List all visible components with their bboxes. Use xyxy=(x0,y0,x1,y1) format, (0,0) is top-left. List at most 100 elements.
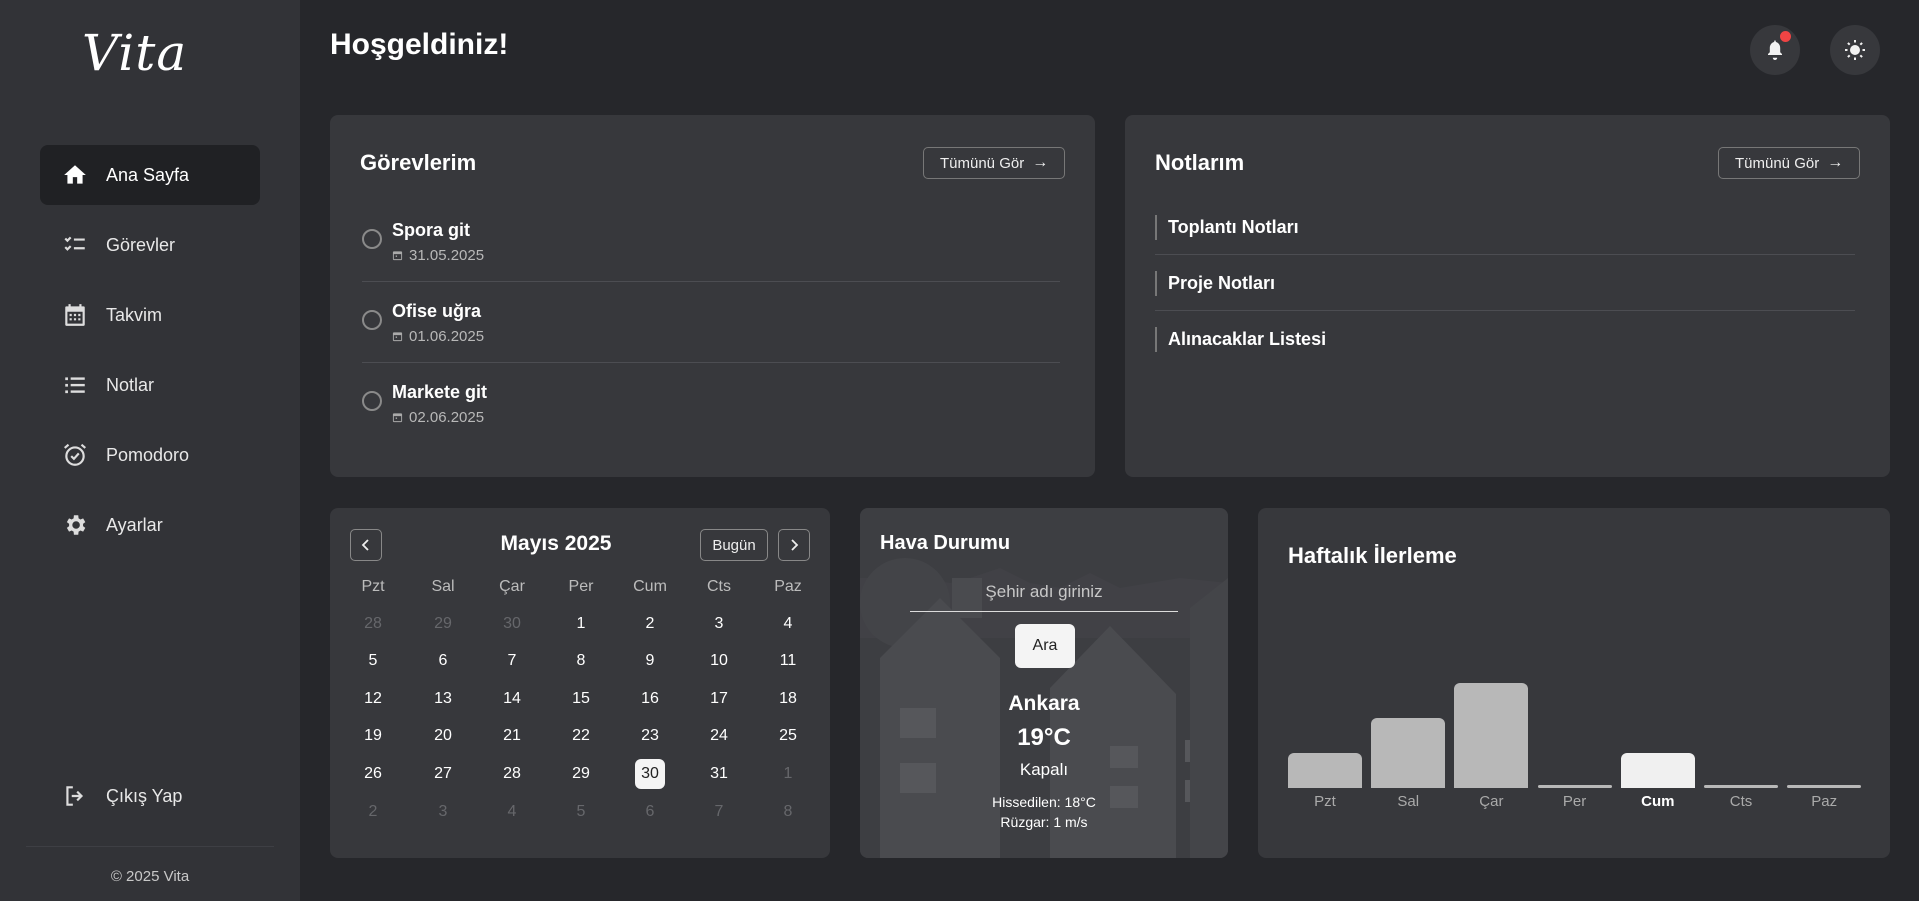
calendar-day[interactable]: 10 xyxy=(704,646,734,676)
calendar-day[interactable]: 2 xyxy=(358,797,388,827)
weather-wind: Rüzgar: 1 m/s xyxy=(1000,814,1088,830)
calendar-day[interactable]: 6 xyxy=(635,797,665,827)
calendar-day[interactable]: 27 xyxy=(428,759,458,789)
sidebar-item-pomodoro[interactable]: Pomodoro xyxy=(40,425,260,485)
calendar-day[interactable]: 14 xyxy=(497,684,527,714)
calendar-day[interactable]: 22 xyxy=(566,721,596,751)
calendar-day[interactable]: 29 xyxy=(566,759,596,789)
weekly-progress-title: Haftalık İlerleme xyxy=(1288,543,1457,568)
sidebar-item-label: Ayarlar xyxy=(106,514,163,535)
sidebar-item-ana-sayfa[interactable]: Ana Sayfa xyxy=(40,145,260,205)
task-checkbox[interactable] xyxy=(362,391,382,411)
today-button[interactable]: Bugün xyxy=(700,529,768,561)
notifications-button[interactable] xyxy=(1750,25,1800,75)
app-logo[interactable]: Vita xyxy=(82,24,187,82)
calendar-day[interactable]: 26 xyxy=(358,759,388,789)
task-divider xyxy=(362,362,1060,363)
list-icon xyxy=(65,377,85,394)
calendar-day[interactable]: 24 xyxy=(704,721,734,751)
task-checkbox[interactable] xyxy=(362,229,382,249)
task-item[interactable]: Markete git 02.06.2025 xyxy=(330,376,1030,457)
calendar-day[interactable]: 30 xyxy=(635,759,665,789)
calendar-day[interactable]: 31 xyxy=(704,759,734,789)
notes-title: Notlarım xyxy=(1155,150,1245,175)
chart-bar-cum xyxy=(1620,753,1695,788)
sidebar-item-ayarlar[interactable]: Ayarlar xyxy=(40,495,260,555)
calendar-day[interactable]: 15 xyxy=(566,684,596,714)
sidebar-divider xyxy=(26,846,274,847)
calendar-day[interactable]: 23 xyxy=(635,721,665,751)
calendar-day[interactable]: 16 xyxy=(635,684,665,714)
note-item[interactable]: Toplantı Notları xyxy=(1155,205,1855,261)
calendar-day[interactable]: 11 xyxy=(773,646,803,676)
task-checkbox[interactable] xyxy=(362,310,382,330)
chart-tick-label: Cum xyxy=(1641,793,1675,810)
calendar-day[interactable]: 8 xyxy=(773,797,803,827)
calendar-weekday-label: Pzt xyxy=(361,578,385,595)
chart-bar-per xyxy=(1537,785,1612,788)
chart-tick-label: Pzt xyxy=(1314,793,1336,810)
notes-see-all-button[interactable]: Tümünü Gör → xyxy=(1718,147,1861,179)
weather-search-button[interactable]: Ara xyxy=(1015,624,1075,668)
task-date-text: 31.05.2025 xyxy=(409,247,485,264)
note-accent-bar xyxy=(1155,215,1157,240)
calendar-day[interactable]: 8 xyxy=(566,646,596,676)
sidebar-item-notlar[interactable]: Notlar xyxy=(40,355,260,415)
logout-label: Çıkış Yap xyxy=(106,785,183,806)
note-item[interactable]: Alınacaklar Listesi xyxy=(1155,317,1855,373)
next-month-button[interactable] xyxy=(778,529,810,561)
theme-toggle-button[interactable] xyxy=(1830,25,1880,75)
note-item[interactable]: Proje Notları xyxy=(1155,261,1855,317)
calendar-small-icon xyxy=(392,332,403,342)
calendar-day[interactable]: 25 xyxy=(773,721,803,751)
calendar-day[interactable]: 5 xyxy=(358,646,388,676)
calendar-day[interactable]: 2 xyxy=(635,609,665,639)
weather-card: Hava Durumu Ara Ankara 19°C Kapalı Hisse… xyxy=(860,508,1228,858)
task-item[interactable]: Ofise uğra 01.06.2025 xyxy=(330,295,1030,376)
chart-tick-label: Paz xyxy=(1811,793,1838,810)
sidebar-item-takvim[interactable]: Takvim xyxy=(40,285,260,345)
calendar-day[interactable]: 30 xyxy=(497,609,527,639)
calendar-day[interactable]: 3 xyxy=(704,609,734,639)
task-divider xyxy=(362,281,1060,282)
calendar-day[interactable]: 28 xyxy=(358,609,388,639)
task-title: Spora git xyxy=(392,220,471,240)
calendar-day[interactable]: 6 xyxy=(428,646,458,676)
calendar-day[interactable]: 9 xyxy=(635,646,665,676)
logout-button[interactable]: Çıkış Yap xyxy=(40,766,260,826)
calendar-day[interactable]: 17 xyxy=(704,684,734,714)
calendar-day[interactable]: 3 xyxy=(428,797,458,827)
calendar-weekday-label: Paz xyxy=(774,578,802,595)
calendar-day[interactable]: 28 xyxy=(497,759,527,789)
prev-month-button[interactable] xyxy=(350,529,382,561)
calendar-day[interactable]: 20 xyxy=(428,721,458,751)
sidebar-item-gorevler[interactable]: Görevler xyxy=(40,215,260,275)
note-title: Alınacaklar Listesi xyxy=(1168,329,1327,349)
note-accent-bar xyxy=(1155,271,1157,296)
sidebar: Vita Ana Sayfa Görevler Takvim Notlar Po… xyxy=(0,0,300,901)
notification-dot xyxy=(1780,31,1791,42)
gear-icon xyxy=(66,515,86,535)
calendar-day[interactable]: 19 xyxy=(358,721,388,751)
chart-tick-label: Cts xyxy=(1729,793,1753,810)
calendar-day[interactable]: 4 xyxy=(773,609,803,639)
calendar-day[interactable]: 18 xyxy=(773,684,803,714)
task-item[interactable]: Spora git 31.05.2025 xyxy=(330,214,1030,295)
calendar-day[interactable]: 13 xyxy=(428,684,458,714)
calendar-day[interactable]: 21 xyxy=(497,721,527,751)
calendar-day[interactable]: 7 xyxy=(704,797,734,827)
tasks-see-all-button[interactable]: Tümünü Gör → xyxy=(923,147,1066,179)
calendar-day[interactable]: 29 xyxy=(428,609,458,639)
calendar-weekday-label: Cts xyxy=(707,578,731,595)
calendar-day[interactable]: 5 xyxy=(566,797,596,827)
calendar-day[interactable]: 12 xyxy=(358,684,388,714)
sidebar-item-label: Görevler xyxy=(106,234,176,255)
calendar-day[interactable]: 1 xyxy=(566,609,596,639)
chevron-right-icon xyxy=(791,539,799,551)
calendar-day[interactable]: 4 xyxy=(497,797,527,827)
see-all-label: Tümünü Gör xyxy=(1735,154,1820,172)
city-search-input[interactable] xyxy=(910,572,1178,612)
calendar-icon xyxy=(65,304,85,326)
calendar-day[interactable]: 7 xyxy=(497,646,527,676)
calendar-day[interactable]: 1 xyxy=(773,759,803,789)
